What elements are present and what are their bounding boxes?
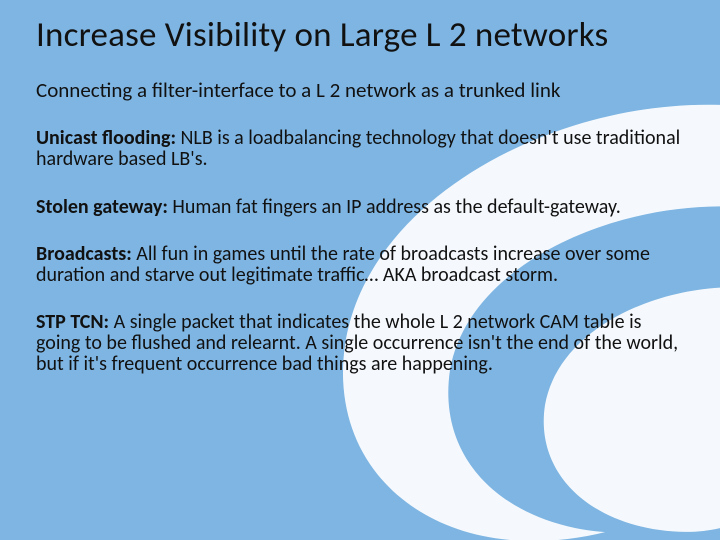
slide-title: Increase Visibility on Large L 2 network… <box>36 14 684 56</box>
slide-content: Increase Visibility on Large L 2 network… <box>0 0 720 376</box>
item-broadcasts: Broadcasts: All fun in games until the r… <box>36 244 684 286</box>
item-stp-tcn: STP TCN: A single packet that indicates … <box>36 312 684 376</box>
item-body: Human fat fingers an IP address as the d… <box>168 195 621 219</box>
slide: Increase Visibility on Large L 2 network… <box>0 0 720 540</box>
item-unicast-flooding: Unicast flooding: NLB is a loadbalancing… <box>36 128 684 170</box>
slide-lead: Connecting a filter-interface to a L 2 n… <box>36 78 684 102</box>
item-stolen-gateway: Stolen gateway: Human fat fingers an IP … <box>36 197 684 218</box>
item-term: Stolen gateway: <box>36 195 168 219</box>
item-body: A single packet that indicates the whole… <box>36 310 678 376</box>
